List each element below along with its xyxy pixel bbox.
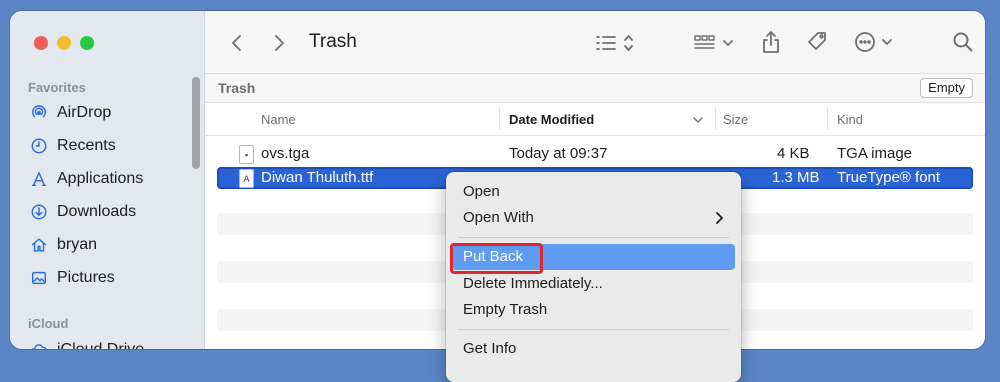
search-icon[interactable] [950, 29, 976, 55]
forward-icon[interactable] [267, 31, 291, 55]
photo-icon [28, 268, 50, 288]
file-name: Diwan Thuluth.ttf [261, 169, 374, 186]
menu-item-get-info[interactable]: Get Info [452, 336, 735, 362]
menu-item-label: Open With [463, 209, 534, 226]
sidebar-section-icloud: iCloud [28, 316, 69, 331]
window-title: Trash [309, 31, 357, 52]
download-icon [28, 202, 50, 222]
column-divider[interactable] [499, 108, 500, 130]
clock-icon [28, 136, 50, 156]
more-icon[interactable] [853, 29, 899, 55]
sidebar-item-label: AirDrop [57, 104, 112, 121]
menu-item-delete-immediately[interactable]: Delete Immediately... [452, 271, 735, 297]
sidebar-item-label: bryan [57, 236, 98, 253]
column-name[interactable]: Name [261, 112, 296, 127]
menu-item-empty-trash[interactable]: Empty Trash [452, 297, 735, 323]
sidebar-item-label: Recents [57, 137, 116, 154]
file-date: Today at 09:37 [509, 145, 608, 162]
cloud-icon [28, 340, 50, 349]
sidebar-item-label: Downloads [57, 203, 137, 220]
empty-trash-button[interactable]: Empty [920, 78, 973, 98]
file-kind: TGA image [837, 145, 913, 162]
sidebar-item-downloads[interactable]: Downloads [28, 199, 136, 225]
file-size: 1.3 MB [772, 169, 820, 186]
highlight-annotation [450, 243, 543, 274]
sidebar-item-label: Applications [57, 170, 144, 187]
minimize-button[interactable] [57, 36, 71, 50]
context-menu: Open Open With Put Back Delete Immediate… [446, 172, 741, 382]
back-icon[interactable] [225, 31, 249, 55]
sidebar-item-airdrop[interactable]: AirDrop [28, 100, 111, 126]
sidebar-item-icloud-drive[interactable]: iCloud Drive [28, 337, 144, 349]
sidebar-item-label: Pictures [57, 269, 115, 286]
column-date-modified[interactable]: Date Modified [509, 112, 594, 127]
sidebar-section-favorites: Favorites [28, 80, 86, 95]
path-bar: Trash Empty [205, 74, 985, 103]
menu-separator [458, 237, 729, 238]
image-file-icon: ▪ [239, 145, 254, 164]
tag-icon[interactable] [803, 28, 831, 56]
column-kind[interactable]: Kind [837, 112, 863, 127]
group-icon[interactable] [691, 30, 739, 56]
zoom-button[interactable] [80, 36, 94, 50]
file-name: ovs.tga [261, 145, 310, 162]
menu-separator [458, 329, 729, 330]
traffic-lights [34, 36, 94, 50]
list-view-icon[interactable] [593, 30, 637, 56]
sidebar-item-recents[interactable]: Recents [28, 133, 116, 159]
close-button[interactable] [34, 36, 48, 50]
file-row[interactable]: ▪ ovs.tga Today at 09:37 4 KB TGA image [217, 143, 973, 165]
column-size[interactable]: Size [723, 112, 748, 127]
applications-icon [28, 169, 50, 189]
sidebar-item-bryan[interactable]: bryan [28, 232, 97, 258]
airdrop-icon [28, 103, 50, 123]
path-title: Trash [218, 80, 256, 96]
sidebar-item-pictures[interactable]: Pictures [28, 265, 115, 291]
sidebar-scrollbar[interactable] [192, 77, 200, 169]
home-icon [28, 235, 50, 255]
menu-item-open-with[interactable]: Open With [452, 205, 735, 231]
sort-chevron-down-icon[interactable] [692, 114, 704, 126]
sidebar: Favorites AirDrop Recents Applications D… [10, 11, 205, 349]
file-size: 4 KB [777, 145, 810, 162]
menu-item-open[interactable]: Open [452, 179, 735, 205]
font-file-icon: A [239, 169, 254, 188]
share-icon[interactable] [758, 28, 784, 56]
column-divider[interactable] [827, 108, 828, 130]
column-divider[interactable] [715, 108, 716, 130]
sidebar-item-label: iCloud Drive [57, 341, 144, 349]
toolbar: Trash [205, 11, 985, 74]
file-kind: TrueType® font [837, 169, 941, 186]
sidebar-item-applications[interactable]: Applications [28, 166, 143, 192]
chevron-right-icon [713, 210, 725, 226]
column-headers: Name Date Modified Size Kind [205, 103, 985, 136]
